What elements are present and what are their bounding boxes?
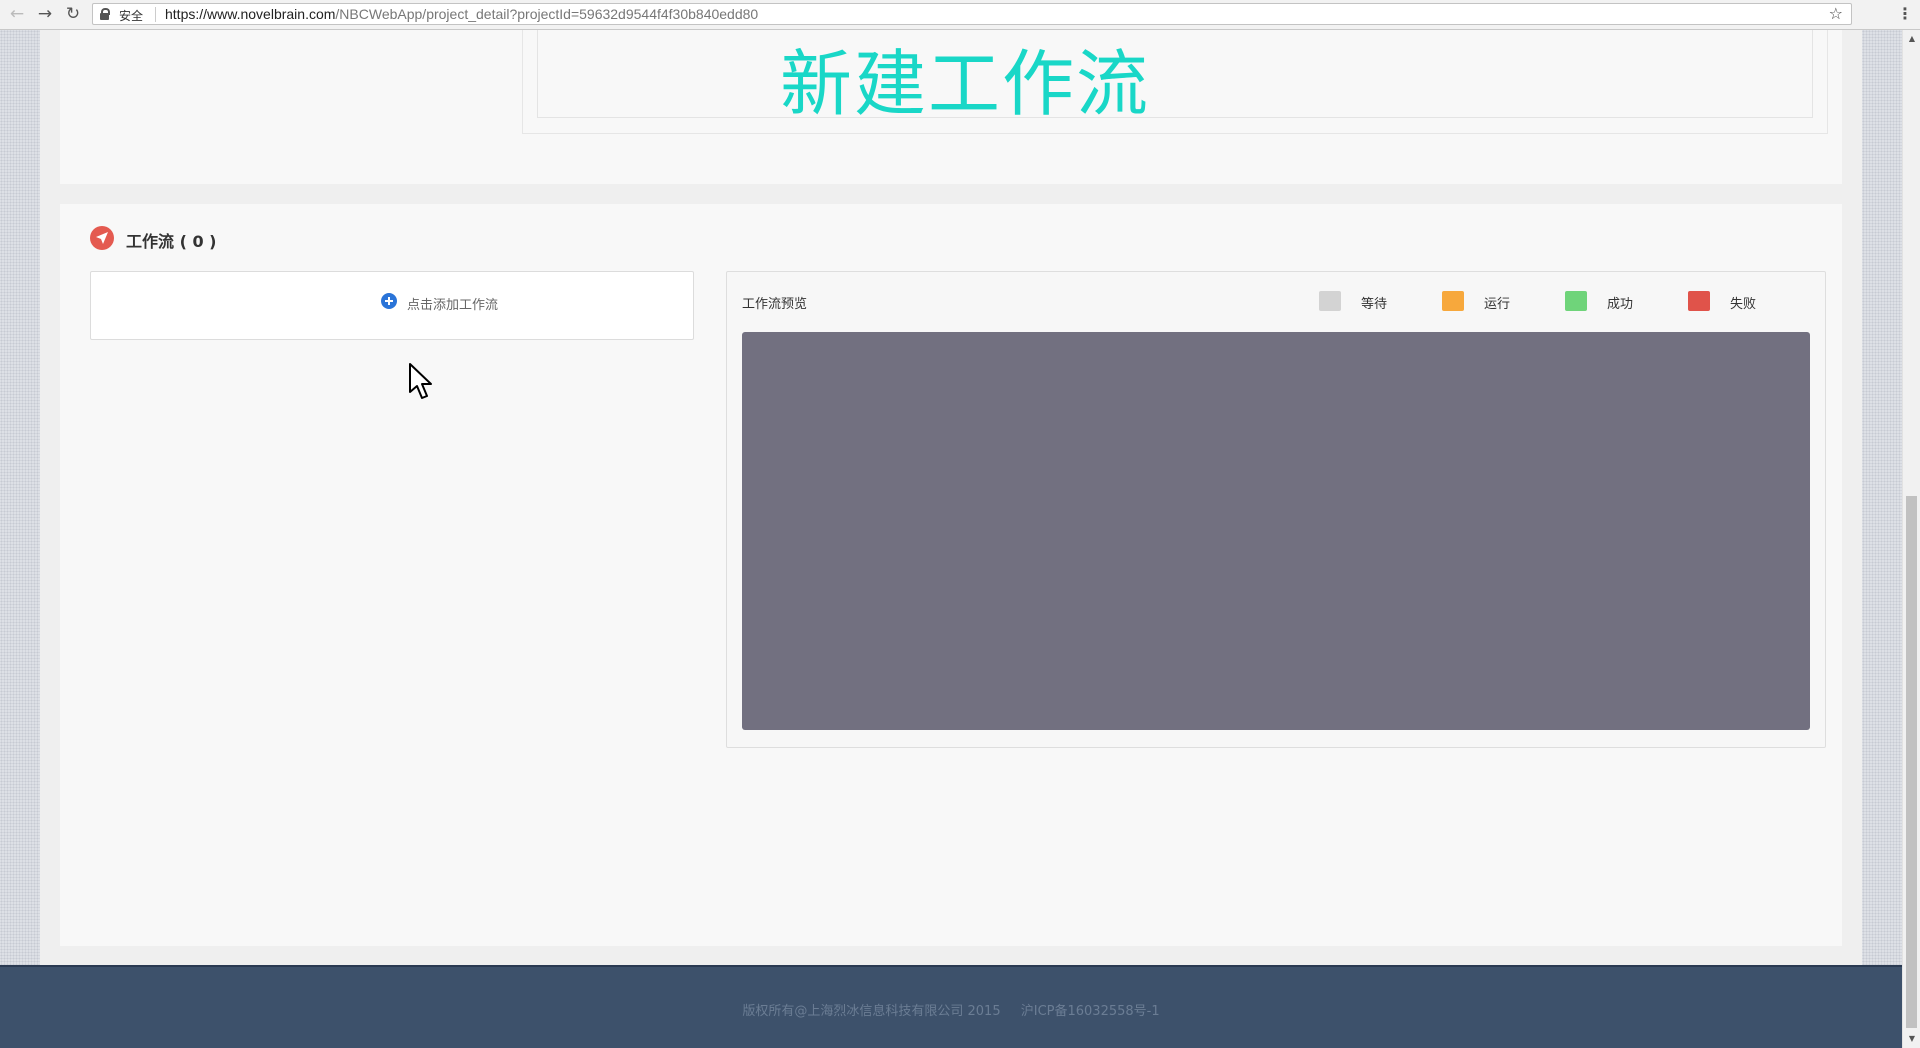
new-workflow-inner	[537, 30, 1813, 118]
address-bar[interactable]: 安全 https://www.novelbrain.com/NBCWebApp/…	[92, 3, 1852, 25]
add-workflow-label: 点击添加工作流	[407, 298, 499, 313]
back-button[interactable]: ←	[6, 3, 28, 25]
legend-label-waiting: 等待	[1361, 297, 1388, 312]
legend-label-success: 成功	[1607, 297, 1634, 312]
legend-label-running: 运行	[1484, 297, 1511, 312]
legend-swatch-waiting	[1319, 291, 1341, 311]
navigation-arrow-icon	[90, 226, 114, 250]
browser-toolbar: ← → ↻ 安全 https://www.novelbrain.com/NBCW…	[0, 0, 1920, 30]
legend-swatch-failed	[1688, 291, 1710, 311]
right-pattern-strip	[1862, 30, 1902, 965]
url-host: https://www.novelbrain.com	[165, 6, 336, 22]
browser-menu-icon[interactable]: ⋮	[1897, 4, 1913, 23]
icp-link[interactable]: 沪ICP备16032558号-1	[1021, 1004, 1160, 1019]
plus-circle-icon	[381, 293, 397, 309]
add-workflow-box[interactable]: 点击添加工作流	[90, 271, 694, 340]
workflow-preview-panel: 工作流预览 等待 运行 成功 失败	[726, 271, 1826, 748]
legend-swatch-running	[1442, 291, 1464, 311]
page-viewport: 新建工作流 工作流 ( 0 ) 点击添加工作流 工作流预览 等待 运行 成功 失…	[0, 30, 1902, 1048]
reload-button[interactable]: ↻	[62, 3, 84, 25]
scroll-down-arrow-icon[interactable]: ▼	[1903, 1032, 1920, 1046]
url-path: /NBCWebApp/project_detail?projectId=5963…	[335, 6, 759, 22]
page-footer: 版权所有@上海烈冰信息科技有限公司 2015 沪ICP备16032558号-1	[0, 965, 1902, 1048]
bookmark-star-icon[interactable]: ☆	[1829, 4, 1843, 23]
copyright-text: 版权所有@上海烈冰信息科技有限公司 2015	[742, 1004, 1001, 1019]
workflow-card: 工作流 ( 0 ) 点击添加工作流 工作流预览 等待 运行 成功 失败	[60, 204, 1842, 946]
new-workflow-panel	[522, 30, 1828, 134]
forward-button[interactable]: →	[34, 3, 56, 25]
legend-swatch-success	[1565, 291, 1587, 311]
scroll-thumb[interactable]	[1906, 496, 1917, 1028]
left-pattern-strip	[0, 30, 40, 965]
footer-text: 版权所有@上海烈冰信息科技有限公司 2015 沪ICP备16032558号-1	[0, 1000, 1902, 1019]
project-info-card: 新建工作流	[60, 30, 1842, 184]
workflow-count-title: 工作流 ( 0 )	[126, 232, 217, 251]
url-text[interactable]: https://www.novelbrain.com/NBCWebApp/pro…	[165, 6, 758, 22]
secure-label: 安全	[119, 9, 144, 23]
legend-label-failed: 失败	[1730, 297, 1757, 312]
vertical-scrollbar[interactable]: ▲ ▼	[1902, 30, 1920, 1048]
preview-title: 工作流预览	[742, 297, 808, 312]
lock-icon	[100, 8, 110, 20]
scroll-up-arrow-icon[interactable]: ▲	[1903, 32, 1920, 46]
new-workflow-title[interactable]: 新建工作流	[780, 44, 1150, 124]
workflow-preview-canvas[interactable]	[742, 332, 1810, 730]
mouse-pointer-icon	[409, 363, 432, 399]
divider	[155, 7, 156, 22]
